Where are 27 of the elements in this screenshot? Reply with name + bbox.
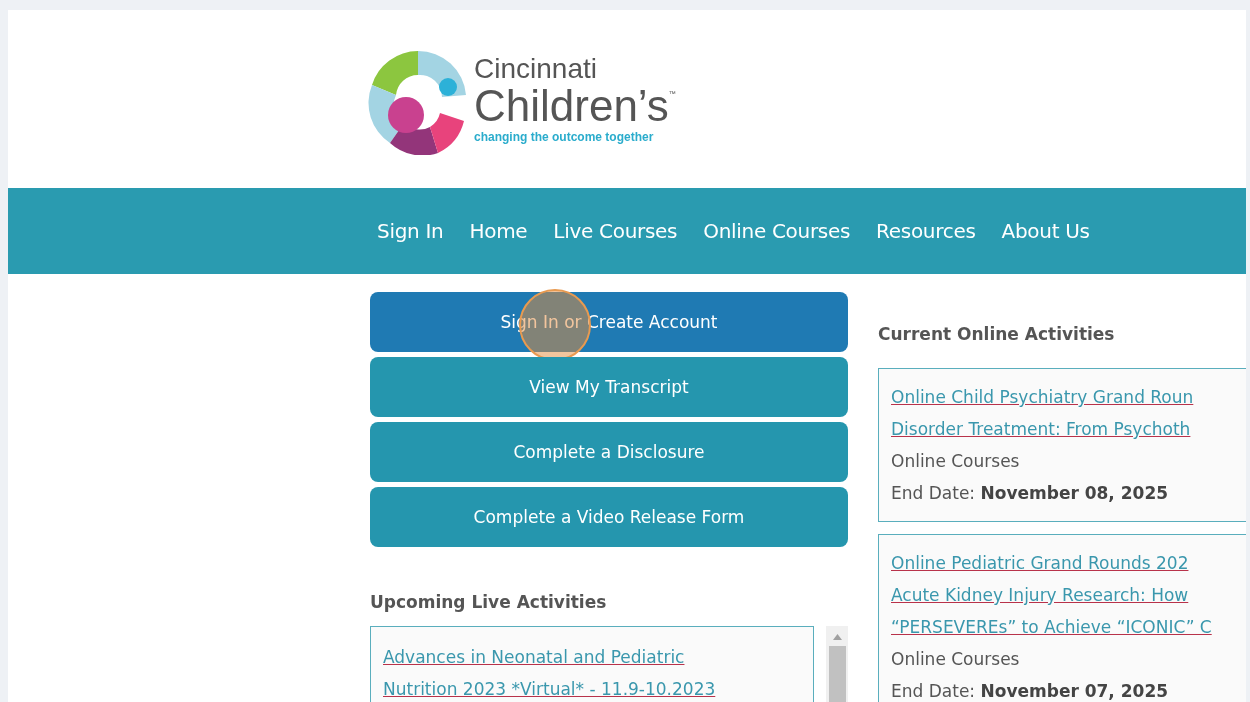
end-date-text: End Date: November 07, 2025 xyxy=(891,680,1170,702)
activity-link[interactable]: Advances in Neonatal and Pediatric xyxy=(383,641,801,673)
scroll-up-icon[interactable] xyxy=(832,634,842,640)
nav-link[interactable]: Live Courses xyxy=(545,219,686,243)
activity-link[interactable]: Online Child Psychiatry Grand Roun xyxy=(891,381,1246,413)
activity-link[interactable]: Online Pediatric Grand Rounds 202 xyxy=(891,547,1246,579)
activity-link[interactable]: “PERSEVEREs” to Achieve “ICONIC” C xyxy=(891,611,1246,643)
nav-link[interactable]: Sign In xyxy=(369,219,452,243)
nav-link[interactable]: Resources xyxy=(868,219,984,243)
nav-link[interactable]: Home xyxy=(461,219,536,243)
section-heading: Upcoming Live Activities xyxy=(370,592,608,612)
category-text: Online Courses xyxy=(891,450,1021,473)
activity-link[interactable]: Disorder Treatment: From Psychoth xyxy=(891,413,1246,445)
activity-link[interactable]: Acute Kidney Injury Research: How xyxy=(891,579,1246,611)
action-button[interactable]: View My Transcript xyxy=(370,357,848,417)
section-heading: Current Online Activities xyxy=(878,324,1116,344)
logo-wordmark: Children’s xyxy=(474,84,669,128)
action-button[interactable]: Complete a Disclosure xyxy=(370,422,848,482)
action-button[interactable]: Complete a Video Release Form xyxy=(370,487,848,547)
logo-text: Cincinnati xyxy=(474,54,598,84)
nav-link[interactable]: Online Courses xyxy=(695,219,859,243)
activity-link[interactable]: Nutrition 2023 *Virtual* - 11.9-10.2023 xyxy=(383,673,801,702)
scrollbar[interactable] xyxy=(826,626,848,702)
category-text: Online Courses xyxy=(891,648,1021,671)
end-date-text: End Date: November 08, 2025 xyxy=(891,482,1170,505)
logo-tagline: changing the outcome together xyxy=(474,130,655,144)
nav-link[interactable]: About Us xyxy=(993,219,1098,243)
